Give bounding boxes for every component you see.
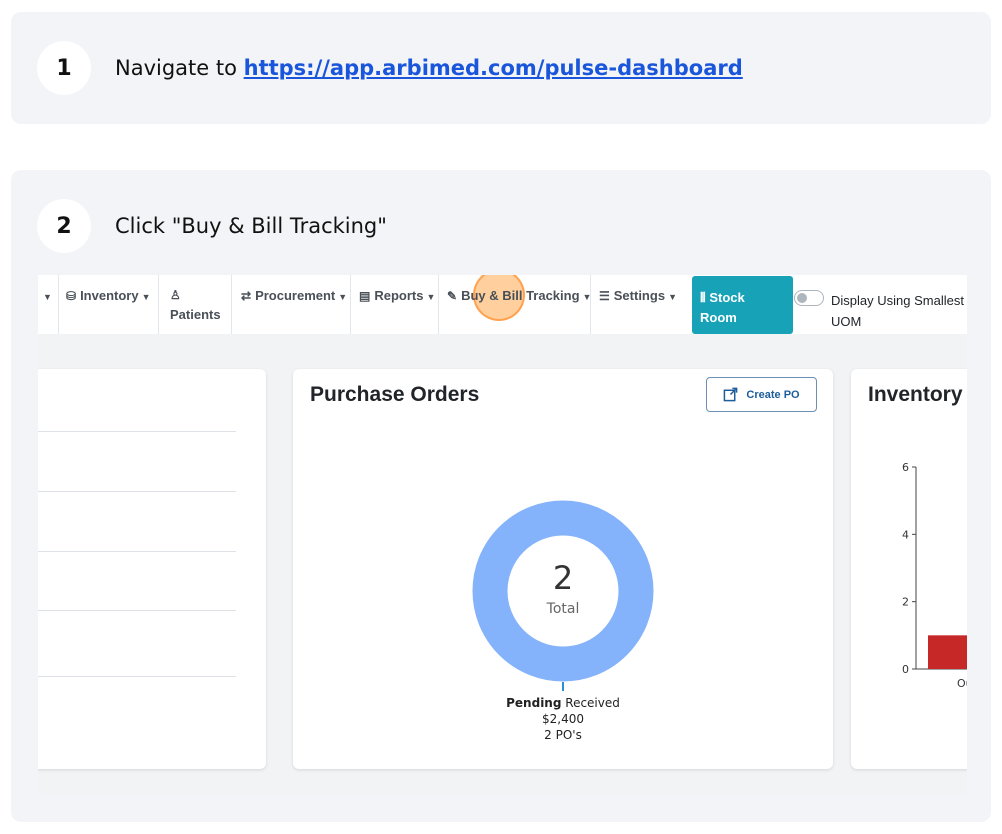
nav-patients[interactable]: ♙ Patients xyxy=(170,275,221,334)
chevron-down-icon: ▼ xyxy=(43,292,52,302)
nav-divider xyxy=(350,275,351,334)
prev-menu-caret[interactable]: ▼ xyxy=(40,275,52,334)
nav-inventory-label: Inventory xyxy=(80,288,139,303)
barcode-icon: ⦀ xyxy=(700,290,710,305)
po-legend: Pending Received $2,400 2 PO's xyxy=(293,695,833,743)
inventory-bar-chart: 0246OutSto xyxy=(902,461,967,703)
y-tick-label: 0 xyxy=(902,663,909,676)
nav-procurement[interactable]: ⇄ Procurement ▼ xyxy=(241,275,347,334)
nav-reports-label: Reports xyxy=(374,288,424,303)
nav-patients-label: Patients xyxy=(170,307,221,322)
document-icon: ▤ xyxy=(359,289,371,303)
nav-divider xyxy=(58,275,59,334)
patients-icon: ♙ xyxy=(170,288,181,302)
syringe-icon: ✎ xyxy=(447,289,458,303)
x-tick-label: Out xyxy=(957,677,967,690)
po-received-label: Received xyxy=(565,696,620,710)
smallest-uom-label: Display Using Smallest UOM xyxy=(831,290,964,332)
step-1-number: 1 xyxy=(37,41,91,95)
nav-inventory[interactable]: ⛁ Inventory ▼ xyxy=(66,275,151,334)
divider xyxy=(38,491,236,492)
po-pending-label: Pending xyxy=(506,696,562,710)
dashboard-link[interactable]: https://app.arbimed.com/pulse-dashboard xyxy=(244,56,743,80)
po-count: 2 PO's xyxy=(544,728,582,742)
chevron-down-icon: ▼ xyxy=(668,292,677,302)
toggle-label-line-2: UOM xyxy=(831,314,862,329)
step-1-card: 1 Navigate to https://app.arbimed.com/pu… xyxy=(11,12,991,124)
nav-reports[interactable]: ▤ Reports ▼ xyxy=(359,275,435,334)
left-panel xyxy=(38,369,266,769)
nav-divider xyxy=(231,275,232,334)
divider xyxy=(38,431,236,432)
top-navbar: ▼ ⛁ Inventory ▼ ♙ Patients ⇄ Procurement ▼ ▤… xyxy=(38,275,967,334)
nav-settings-label: Settings xyxy=(613,288,666,303)
stock-room-button[interactable]: ⦀ Stock Room xyxy=(692,276,793,334)
y-tick-label: 2 xyxy=(902,596,909,609)
nav-settings[interactable]: ☰ Settings ▼ xyxy=(599,275,677,334)
nav-divider xyxy=(438,275,439,334)
y-tick-label: 6 xyxy=(902,461,909,474)
step-2-instruction: Click "Buy & Bill Tracking" xyxy=(115,214,387,238)
po-amount: $2,400 xyxy=(542,712,584,726)
nav-divider xyxy=(158,275,159,334)
po-total-label: Total xyxy=(546,601,580,617)
y-tick-label: 4 xyxy=(902,528,909,541)
step-1-text: Navigate to xyxy=(115,56,244,80)
stock-room-label-1: Stock xyxy=(709,290,745,305)
po-total-value: 2 xyxy=(552,559,574,597)
divider xyxy=(38,610,236,611)
nav-buy-bill-label: Buy & Bill Tracking xyxy=(461,288,580,303)
bar-out-of-stock[interactable] xyxy=(928,635,967,669)
nav-procurement-label: Procurement xyxy=(255,288,336,303)
chevron-down-icon: ▼ xyxy=(141,292,151,302)
step-1-instruction: Navigate to https://app.arbimed.com/puls… xyxy=(115,56,743,80)
step-2-number: 2 xyxy=(37,199,91,253)
chevron-down-icon: ▼ xyxy=(338,292,348,302)
boxes-icon: ⛁ xyxy=(66,289,77,303)
smallest-uom-toggle[interactable] xyxy=(794,290,824,306)
chevron-down-icon: ▼ xyxy=(426,292,436,302)
toggle-label-line-1: Display Using Smallest xyxy=(831,293,964,308)
inventory-panel: Inventory / 0246OutSto xyxy=(851,369,967,769)
divider xyxy=(38,676,236,677)
swap-arrows-icon: ⇄ xyxy=(241,289,252,303)
step-2-card: 2 Click "Buy & Bill Tracking" ▼ ⛁ Invento… xyxy=(11,170,991,822)
app-screenshot: ▼ ⛁ Inventory ▼ ♙ Patients ⇄ Procurement ▼ ▤… xyxy=(38,275,967,795)
divider xyxy=(38,551,236,552)
purchase-orders-panel: Purchase Orders Create PO 2 Total Pendin… xyxy=(293,369,833,769)
stock-room-label-2: Room xyxy=(700,310,737,325)
nav-buy-bill-tracking[interactable]: ✎ Buy & Bill Tracking ▼ xyxy=(447,275,591,334)
nav-divider xyxy=(590,275,591,334)
sliders-icon: ☰ xyxy=(599,289,610,303)
